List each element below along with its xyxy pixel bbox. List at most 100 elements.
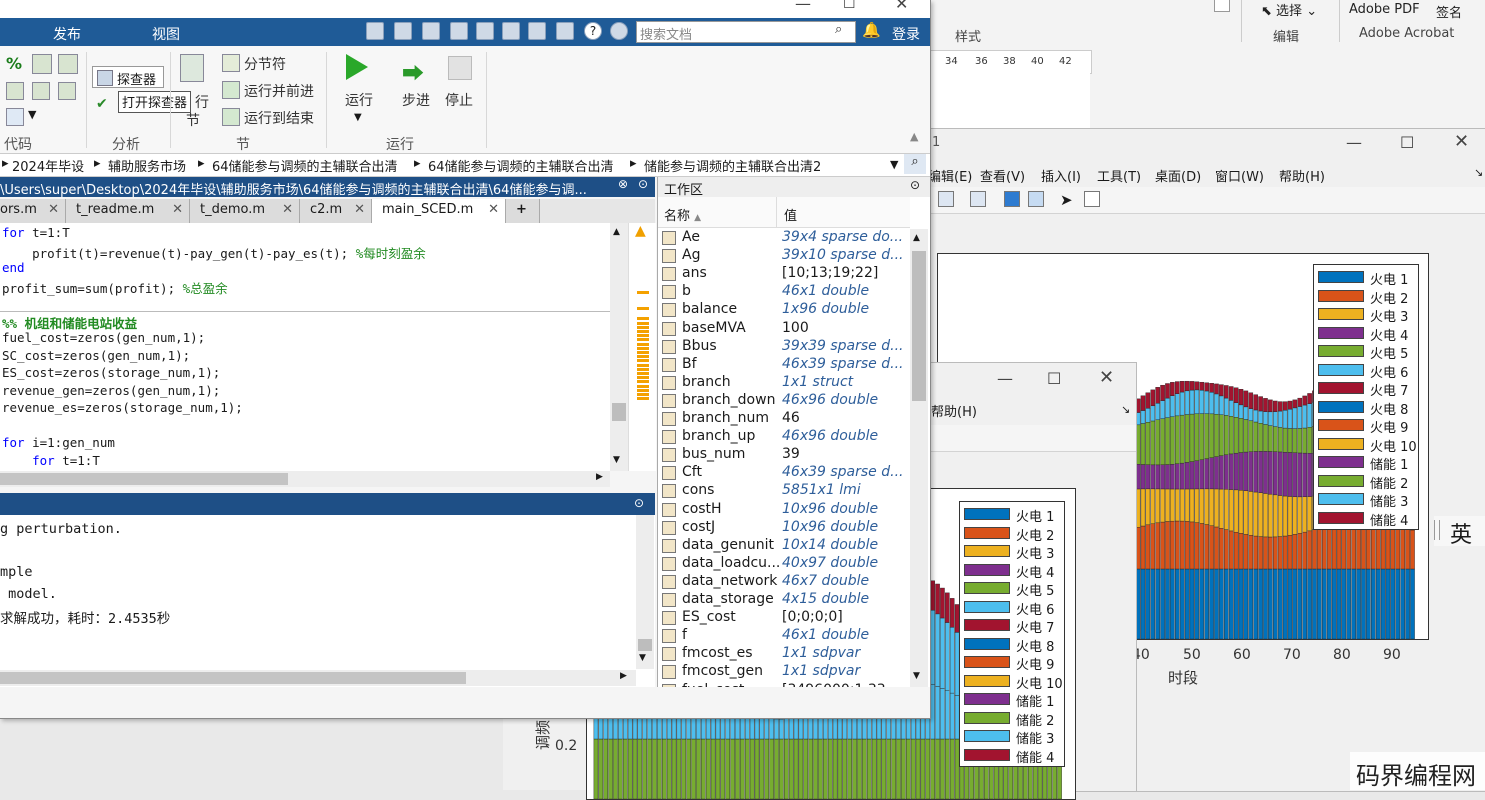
legend-item[interactable]: 火电 8	[964, 636, 1060, 655]
workspace-row[interactable]: costJ 10x96 double	[658, 519, 910, 537]
select-button[interactable]: ⬉ 选择 ⌄	[1261, 0, 1317, 19]
code-line[interactable]: for t=1:T	[2, 225, 70, 240]
copy-icon[interactable]	[450, 22, 468, 40]
column-value[interactable]: 值	[784, 205, 797, 224]
workspace-row[interactable]: fmcost_es 1x1 sdpvar	[658, 645, 910, 663]
breadcrumb-item[interactable]: 辅助服务市场	[108, 156, 186, 175]
menu-help[interactable]: 帮助(H)	[1279, 166, 1325, 185]
command-vertical-scrollbar[interactable]: ▼	[636, 515, 654, 669]
minimize-icon[interactable]: —	[997, 369, 1013, 388]
warning-marker[interactable]	[637, 307, 649, 310]
tab-editor-file-active[interactable]: main_SCED.m ✕	[372, 199, 506, 223]
profiler-button[interactable]: 探查器	[92, 66, 164, 88]
legend-item[interactable]: 火电 6	[964, 599, 1060, 618]
breadcrumb-item[interactable]: 储能参与调频的主辅联合出清2	[644, 156, 821, 175]
run-section-icon[interactable]	[180, 54, 204, 82]
workspace-row[interactable]: branch 1x1 struct	[658, 374, 910, 392]
login-button[interactable]: 登录	[892, 24, 920, 44]
code-line[interactable]: revenue_es=zeros(storage_num,1);	[2, 400, 243, 415]
warning-marker[interactable]	[637, 330, 649, 333]
ime-indicator[interactable]: 英	[1434, 516, 1485, 548]
workspace-row[interactable]: branch_num 46	[658, 410, 910, 428]
uncomment-icon[interactable]	[58, 54, 78, 74]
minimize-icon[interactable]: —	[795, 0, 811, 13]
collapse-ribbon-icon[interactable]: ▲	[910, 130, 918, 143]
warning-marker[interactable]	[637, 359, 649, 363]
legend-item[interactable]: 火电 4	[1318, 325, 1414, 344]
legend-item[interactable]: 储能 2	[1318, 473, 1414, 492]
colorbar-icon[interactable]	[1004, 191, 1020, 207]
pointer-icon[interactable]: ➤	[1060, 191, 1073, 209]
maximize-icon[interactable]: ☐	[1047, 369, 1061, 388]
breadcrumb-item[interactable]: 64储能参与调频的主辅联合出清	[428, 156, 614, 175]
legend-item[interactable]: 储能 3	[964, 728, 1060, 747]
minimize-icon[interactable]: —	[1346, 133, 1362, 152]
run-and-advance-button[interactable]: 运行并前进	[244, 81, 314, 101]
legend-item[interactable]: 火电 1	[964, 506, 1060, 525]
redo-icon[interactable]	[528, 22, 546, 40]
legend-item[interactable]: 火电 9	[1318, 417, 1414, 436]
chevron-down-icon[interactable]: ▼	[913, 671, 920, 681]
close-icon[interactable]: ✕	[1454, 131, 1469, 152]
property-editor-icon[interactable]	[1084, 191, 1100, 207]
warning-marker[interactable]	[637, 321, 649, 325]
tab-editor-file[interactable]: ors.m ✕	[0, 199, 66, 223]
legend-item[interactable]: 火电 8	[1318, 399, 1414, 418]
stop-button[interactable]: 停止	[445, 90, 473, 110]
tab-publish[interactable]: 发布	[53, 24, 81, 44]
workspace-row[interactable]: data_network 46x7 double	[658, 573, 910, 591]
code-line[interactable]: ES_cost=zeros(storage_num,1);	[2, 365, 220, 380]
notification-bell-icon[interactable]: 🔔	[862, 21, 881, 39]
warning-marker[interactable]	[637, 388, 649, 392]
warning-marker[interactable]	[637, 338, 649, 342]
scroll-thumb[interactable]	[0, 473, 288, 485]
save-icon[interactable]	[394, 22, 412, 40]
help-icon[interactable]: ?	[584, 22, 602, 40]
workspace-row[interactable]: ES_cost [0;0;0;0]	[658, 609, 910, 627]
warning-marker[interactable]	[637, 376, 649, 380]
paste-icon[interactable]	[476, 22, 494, 40]
workspace-row[interactable]: Cft 46x39 sparse d...	[658, 464, 910, 482]
indent-icon[interactable]	[6, 82, 24, 100]
warning-marker[interactable]	[637, 342, 649, 346]
workspace-row[interactable]: baseMVA 100	[658, 320, 910, 338]
stop-icon[interactable]	[448, 56, 472, 80]
run-button[interactable]: 运行	[345, 90, 373, 110]
warning-marker[interactable]	[637, 291, 649, 294]
code-line[interactable]: for t=1:T	[2, 453, 100, 468]
workspace-row[interactable]: fmcost_gen 1x1 sdpvar	[658, 663, 910, 681]
workspace-row[interactable]: data_loadcu... 40x97 double	[658, 555, 910, 573]
tab-editor-file[interactable]: c2.m ✕	[300, 199, 372, 223]
new-icon[interactable]	[366, 22, 384, 40]
chart-legend-2[interactable]: 火电 1 火电 2 火电 3 火电 4 火电 5 火电 6 火电 7 火电 8 火电 9 火电 1…	[959, 501, 1065, 767]
undo-icon[interactable]	[502, 22, 520, 40]
warning-marker[interactable]	[637, 363, 649, 367]
options-icon[interactable]: ⊙	[638, 177, 648, 191]
editor-horizontal-scrollbar[interactable]: ▶	[0, 471, 610, 487]
legend-item[interactable]: 火电 2	[1318, 288, 1414, 307]
command-horizontal-scrollbar[interactable]: ▶	[0, 670, 636, 686]
menu-window[interactable]: 窗口(W)	[1215, 166, 1264, 185]
add-tab-button[interactable]: +	[506, 199, 540, 223]
run-section-label[interactable]: 行	[195, 92, 209, 112]
code-editor[interactable]: for t=1:T profit(t)=revenue(t)-pay_gen(t…	[0, 223, 628, 471]
dock-arrow-icon[interactable]: ↘	[1474, 166, 1483, 179]
legend-item[interactable]: 储能 1	[1318, 454, 1414, 473]
breadcrumb-item[interactable]: 2024年毕设	[12, 156, 84, 175]
scroll-thumb[interactable]	[912, 251, 926, 401]
warning-marker[interactable]	[637, 380, 649, 384]
print-icon[interactable]	[938, 191, 954, 207]
sign-button[interactable]: 签名	[1436, 2, 1462, 21]
workspace-row[interactable]: branch_down 46x96 double	[658, 392, 910, 410]
warning-marker[interactable]	[637, 351, 649, 354]
workspace-row[interactable]: data_storage 4x15 double	[658, 591, 910, 609]
code-line[interactable]: %% 机组和储能电站收益	[2, 313, 137, 332]
chevron-right-icon[interactable]: ▶	[596, 472, 603, 482]
legend-item[interactable]: 储能 4	[1318, 510, 1414, 529]
adobe-pdf-button[interactable]: Adobe PDF	[1349, 2, 1420, 17]
command-window[interactable]: g perturbation. mple model. 求解成功，耗时：2.4535…	[0, 515, 655, 687]
warning-marker[interactable]	[637, 317, 649, 321]
legend-item[interactable]: 火电 10	[1318, 436, 1417, 455]
format-icon[interactable]	[6, 108, 24, 126]
chevron-down-icon[interactable]: ▼	[890, 158, 898, 171]
